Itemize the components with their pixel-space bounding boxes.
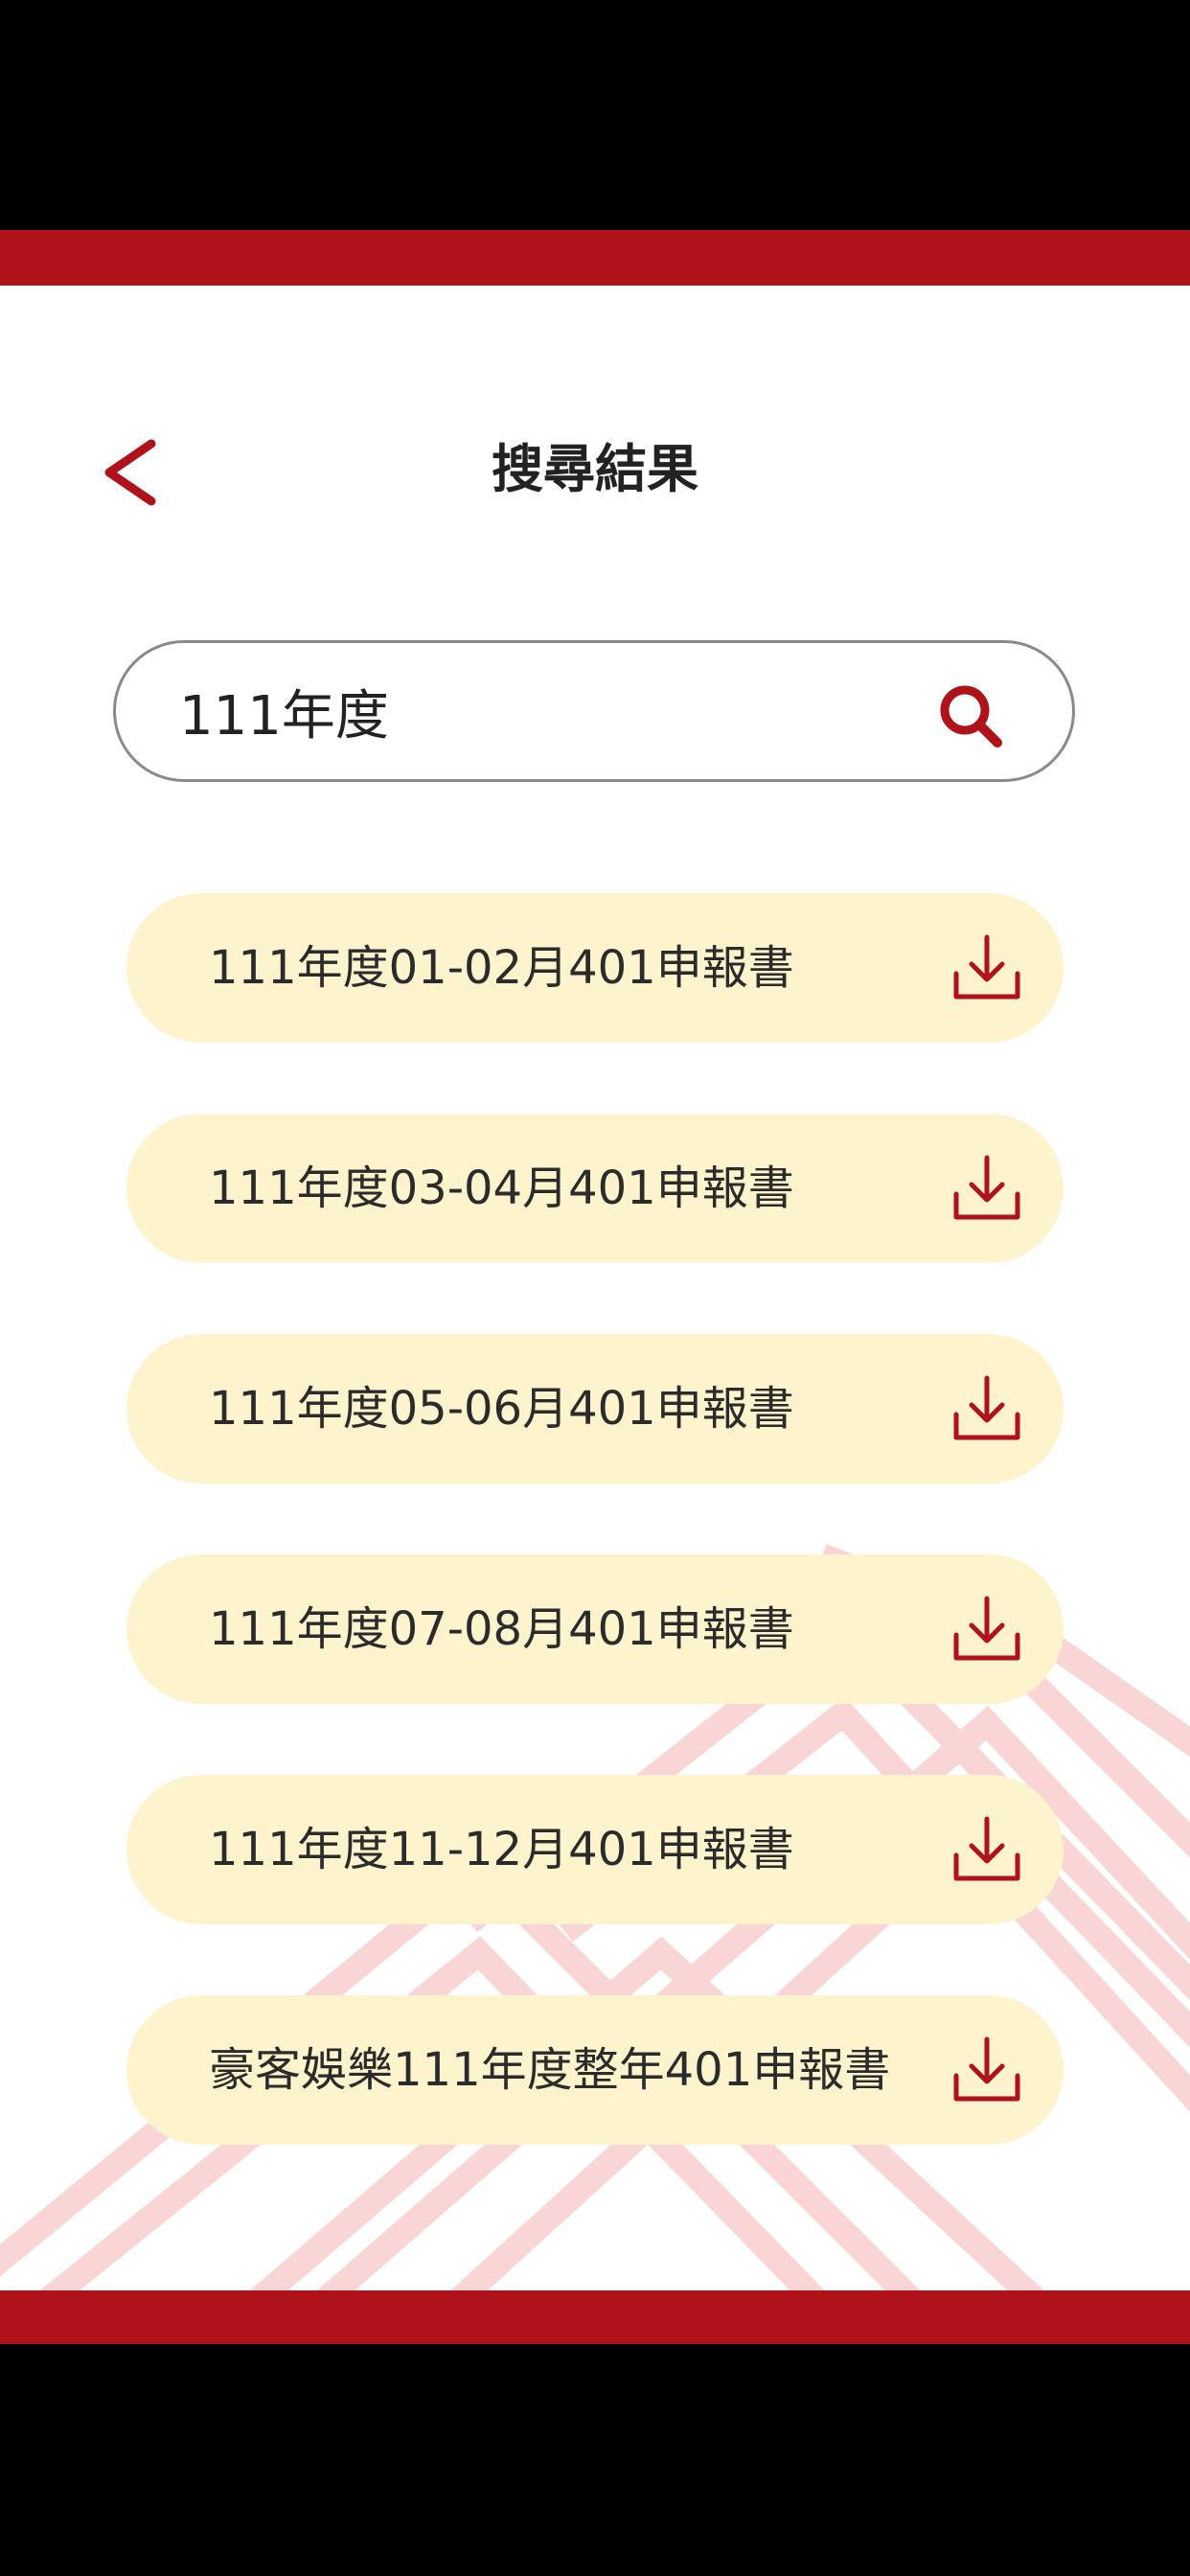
result-label: 111年度03-04月401申報書 <box>209 1162 794 1215</box>
download-icon <box>953 1375 1020 1440</box>
bottom-red-banner <box>0 2290 1190 2344</box>
download-icon <box>953 934 1020 1000</box>
download-button[interactable] <box>949 1811 1025 1888</box>
download-button[interactable] <box>949 930 1025 1006</box>
search-input[interactable] <box>179 670 907 752</box>
download-button[interactable] <box>949 1370 1025 1447</box>
result-label: 111年度01-02月401申報書 <box>209 941 794 995</box>
result-item[interactable]: 111年度07-08月401申報書 <box>126 1554 1064 1704</box>
download-button[interactable] <box>949 1150 1025 1227</box>
top-red-banner <box>0 230 1190 286</box>
result-item[interactable]: 豪客娛樂111年度整年401申報書 <box>126 1995 1064 2145</box>
result-item[interactable]: 111年度03-04月401申報書 <box>126 1114 1064 1263</box>
result-list: 111年度01-02月401申報書 111年度03-04月401申報書 111年… <box>126 893 1064 2216</box>
result-item[interactable]: 111年度05-06月401申報書 <box>126 1334 1064 1484</box>
main-content: 搜尋結果 111年度01-02月401申報書 111年度03-04月401申報書 <box>0 286 1190 2290</box>
search-bar <box>113 640 1075 782</box>
result-label: 111年度05-06月401申報書 <box>209 1382 794 1436</box>
download-icon <box>953 1596 1020 1661</box>
result-label: 111年度07-08月401申報書 <box>209 1602 794 1656</box>
search-icon <box>940 685 1002 748</box>
result-item[interactable]: 111年度11-12月401申報書 <box>126 1775 1064 1924</box>
result-label: 111年度11-12月401申報書 <box>209 1823 794 1876</box>
result-label: 豪客娛樂111年度整年401申報書 <box>209 2043 891 2097</box>
download-icon <box>953 1816 1020 1881</box>
download-button[interactable] <box>949 1591 1025 1668</box>
download-icon <box>953 2036 1020 2102</box>
page-title: 搜尋結果 <box>492 439 698 499</box>
result-item[interactable]: 111年度01-02月401申報書 <box>126 893 1064 1043</box>
download-button[interactable] <box>949 2032 1025 2108</box>
navigation-bar-area <box>0 2344 1190 2576</box>
search-button[interactable] <box>932 678 1009 754</box>
download-icon <box>953 1155 1020 1220</box>
status-bar-area <box>0 0 1190 230</box>
